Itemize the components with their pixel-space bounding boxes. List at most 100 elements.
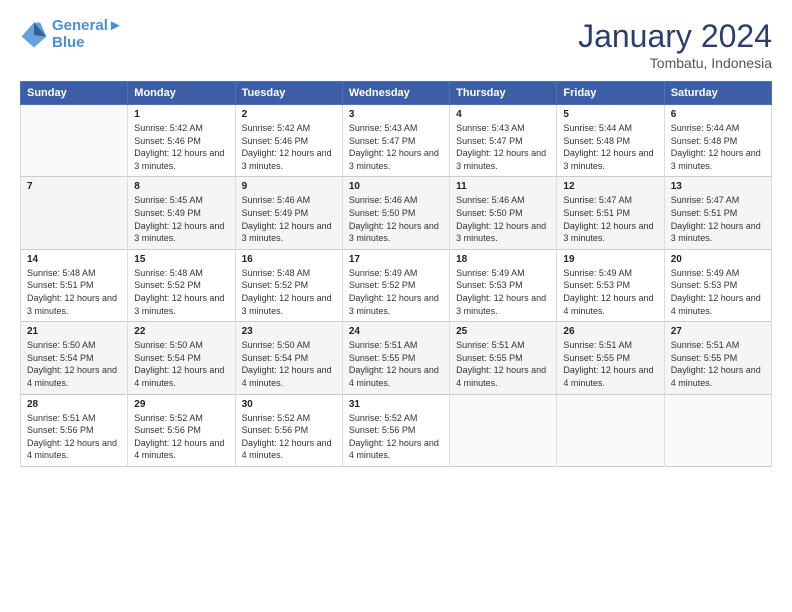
calendar-cell: 27 Sunrise: 5:51 AM Sunset: 5:55 PM Dayli… bbox=[664, 322, 771, 394]
day-number: 6 bbox=[671, 109, 765, 120]
calendar-cell: 16Sunrise: 5:48 AM Sunset: 5:52 PM Dayli… bbox=[235, 249, 342, 321]
day-info: Sunrise: 5:43 AM Sunset: 5:47 PM Dayligh… bbox=[349, 122, 443, 172]
day-number: 1 bbox=[134, 109, 228, 120]
calendar-cell: 17Sunrise: 5:49 AM Sunset: 5:52 PM Dayli… bbox=[342, 249, 449, 321]
day-number: 2 bbox=[242, 109, 336, 120]
logo-text: General► Blue bbox=[52, 18, 123, 51]
calendar-cell: 25 Sunrise: 5:51 AM Sunset: 5:55 PM Dayli… bbox=[450, 322, 557, 394]
calendar-cell: 30Sunrise: 5:52 AM Sunset: 5:56 PM Dayli… bbox=[235, 394, 342, 466]
weekday-header-row: Sunday Monday Tuesday Wednesday Thursday… bbox=[21, 82, 772, 105]
calendar-cell: 1 Sunrise: 5:42 AM Sunset: 5:46 PM Daylig… bbox=[128, 105, 235, 177]
header-thursday: Thursday bbox=[450, 82, 557, 105]
day-number: 4 bbox=[456, 109, 550, 120]
calendar-cell: 15 Sunrise: 5:48 AM Sunset: 5:52 PM Dayli… bbox=[128, 249, 235, 321]
calendar-week-1: 1 Sunrise: 5:42 AM Sunset: 5:46 PM Daylig… bbox=[21, 105, 772, 177]
day-info: Sunrise: 5:43 AM Sunset: 5:47 PM Dayligh… bbox=[456, 122, 550, 172]
calendar-cell: 20 Sunrise: 5:49 AM Sunset: 5:53 PM Dayli… bbox=[664, 249, 771, 321]
calendar-cell: 10 Sunrise: 5:46 AM Sunset: 5:50 PM Dayli… bbox=[342, 177, 449, 249]
day-info: Sunrise: 5:44 AM Sunset: 5:48 PM Dayligh… bbox=[563, 122, 657, 172]
day-info: Sunrise: 5:51 AM Sunset: 5:55 PM Dayligh… bbox=[563, 339, 657, 389]
day-number: 10 bbox=[349, 181, 443, 192]
calendar-cell: 9Sunrise: 5:46 AM Sunset: 5:49 PM Daylig… bbox=[235, 177, 342, 249]
calendar-cell: 5 Sunrise: 5:44 AM Sunset: 5:48 PM Daylig… bbox=[557, 105, 664, 177]
day-number: 9 bbox=[242, 181, 336, 192]
calendar-cell: 28Sunrise: 5:51 AM Sunset: 5:56 PM Dayli… bbox=[21, 394, 128, 466]
logo-blue: Blue bbox=[52, 35, 123, 52]
calendar-table: Sunday Monday Tuesday Wednesday Thursday… bbox=[20, 81, 772, 467]
day-info: Sunrise: 5:46 AM Sunset: 5:50 PM Dayligh… bbox=[349, 194, 443, 244]
day-info: Sunrise: 5:45 AM Sunset: 5:49 PM Dayligh… bbox=[134, 194, 228, 244]
page: General► Blue January 2024 Tombatu, Indo… bbox=[0, 0, 792, 612]
calendar-cell: 8 Sunrise: 5:45 AM Sunset: 5:49 PM Daylig… bbox=[128, 177, 235, 249]
day-number: 7 bbox=[27, 181, 121, 192]
day-info: Sunrise: 5:51 AM Sunset: 5:55 PM Dayligh… bbox=[456, 339, 550, 389]
day-info: Sunrise: 5:47 AM Sunset: 5:51 PM Dayligh… bbox=[671, 194, 765, 244]
day-info: Sunrise: 5:49 AM Sunset: 5:52 PM Dayligh… bbox=[349, 267, 443, 317]
calendar-cell: 14 Sunrise: 5:48 AM Sunset: 5:51 PM Dayli… bbox=[21, 249, 128, 321]
day-info: Sunrise: 5:48 AM Sunset: 5:51 PM Dayligh… bbox=[27, 267, 121, 317]
calendar-week-4: 21 Sunrise: 5:50 AM Sunset: 5:54 PM Dayli… bbox=[21, 322, 772, 394]
header-sunday: Sunday bbox=[21, 82, 128, 105]
day-info: Sunrise: 5:51 AM Sunset: 5:55 PM Dayligh… bbox=[349, 339, 443, 389]
day-info: Sunrise: 5:48 AM Sunset: 5:52 PM Dayligh… bbox=[242, 267, 336, 317]
calendar-cell bbox=[664, 394, 771, 466]
day-info: Sunrise: 5:47 AM Sunset: 5:51 PM Dayligh… bbox=[563, 194, 657, 244]
day-info: Sunrise: 5:50 AM Sunset: 5:54 PM Dayligh… bbox=[242, 339, 336, 389]
day-number: 25 bbox=[456, 326, 550, 337]
day-number: 14 bbox=[27, 254, 121, 265]
day-number: 24 bbox=[349, 326, 443, 337]
header-tuesday: Tuesday bbox=[235, 82, 342, 105]
calendar-body: 1 Sunrise: 5:42 AM Sunset: 5:46 PM Daylig… bbox=[21, 105, 772, 467]
logo: General► Blue bbox=[20, 18, 123, 51]
month-title: January 2024 bbox=[578, 18, 772, 55]
day-number: 15 bbox=[134, 254, 228, 265]
calendar-week-3: 14 Sunrise: 5:48 AM Sunset: 5:51 PM Dayli… bbox=[21, 249, 772, 321]
day-number: 13 bbox=[671, 181, 765, 192]
calendar-cell: 26 Sunrise: 5:51 AM Sunset: 5:55 PM Dayli… bbox=[557, 322, 664, 394]
header-monday: Monday bbox=[128, 82, 235, 105]
calendar-week-5: 28Sunrise: 5:51 AM Sunset: 5:56 PM Dayli… bbox=[21, 394, 772, 466]
day-number: 18 bbox=[456, 254, 550, 265]
day-info: Sunrise: 5:52 AM Sunset: 5:56 PM Dayligh… bbox=[242, 412, 336, 462]
calendar-cell: 29Sunrise: 5:52 AM Sunset: 5:56 PM Dayli… bbox=[128, 394, 235, 466]
header-saturday: Saturday bbox=[664, 82, 771, 105]
header: General► Blue January 2024 Tombatu, Indo… bbox=[20, 18, 772, 71]
calendar-cell: 4 Sunrise: 5:43 AM Sunset: 5:47 PM Daylig… bbox=[450, 105, 557, 177]
calendar-week-2: 7 8 Sunrise: 5:45 AM Sunset: 5:49 PM Dayli… bbox=[21, 177, 772, 249]
day-number: 22 bbox=[134, 326, 228, 337]
calendar-cell: 13 Sunrise: 5:47 AM Sunset: 5:51 PM Dayli… bbox=[664, 177, 771, 249]
calendar-cell: 31Sunrise: 5:52 AM Sunset: 5:56 PM Dayli… bbox=[342, 394, 449, 466]
header-friday: Friday bbox=[557, 82, 664, 105]
day-info: Sunrise: 5:51 AM Sunset: 5:55 PM Dayligh… bbox=[671, 339, 765, 389]
day-number: 12 bbox=[563, 181, 657, 192]
calendar-cell: 22Sunrise: 5:50 AM Sunset: 5:54 PM Dayli… bbox=[128, 322, 235, 394]
day-info: Sunrise: 5:42 AM Sunset: 5:46 PM Dayligh… bbox=[134, 122, 228, 172]
day-number: 26 bbox=[563, 326, 657, 337]
day-info: Sunrise: 5:52 AM Sunset: 5:56 PM Dayligh… bbox=[349, 412, 443, 462]
day-number: 11 bbox=[456, 181, 550, 192]
day-number: 20 bbox=[671, 254, 765, 265]
day-info: Sunrise: 5:50 AM Sunset: 5:54 PM Dayligh… bbox=[27, 339, 121, 389]
day-number: 5 bbox=[563, 109, 657, 120]
calendar-cell: 24 Sunrise: 5:51 AM Sunset: 5:55 PM Dayli… bbox=[342, 322, 449, 394]
calendar-cell bbox=[21, 105, 128, 177]
day-number: 27 bbox=[671, 326, 765, 337]
day-number: 29 bbox=[134, 399, 228, 410]
logo-general: General bbox=[52, 17, 108, 34]
day-number: 8 bbox=[134, 181, 228, 192]
day-number: 19 bbox=[563, 254, 657, 265]
calendar-cell: 21 Sunrise: 5:50 AM Sunset: 5:54 PM Dayli… bbox=[21, 322, 128, 394]
day-info: Sunrise: 5:48 AM Sunset: 5:52 PM Dayligh… bbox=[134, 267, 228, 317]
day-info: Sunrise: 5:46 AM Sunset: 5:50 PM Dayligh… bbox=[456, 194, 550, 244]
calendar-cell bbox=[450, 394, 557, 466]
calendar-cell: 3Sunrise: 5:43 AM Sunset: 5:47 PM Daylig… bbox=[342, 105, 449, 177]
day-number: 21 bbox=[27, 326, 121, 337]
location: Tombatu, Indonesia bbox=[578, 55, 772, 71]
header-wednesday: Wednesday bbox=[342, 82, 449, 105]
day-info: Sunrise: 5:51 AM Sunset: 5:56 PM Dayligh… bbox=[27, 412, 121, 462]
calendar-cell: 18Sunrise: 5:49 AM Sunset: 5:53 PM Dayli… bbox=[450, 249, 557, 321]
day-info: Sunrise: 5:44 AM Sunset: 5:48 PM Dayligh… bbox=[671, 122, 765, 172]
day-info: Sunrise: 5:42 AM Sunset: 5:46 PM Dayligh… bbox=[242, 122, 336, 172]
day-info: Sunrise: 5:49 AM Sunset: 5:53 PM Dayligh… bbox=[671, 267, 765, 317]
calendar-cell: 19Sunrise: 5:49 AM Sunset: 5:53 PM Dayli… bbox=[557, 249, 664, 321]
